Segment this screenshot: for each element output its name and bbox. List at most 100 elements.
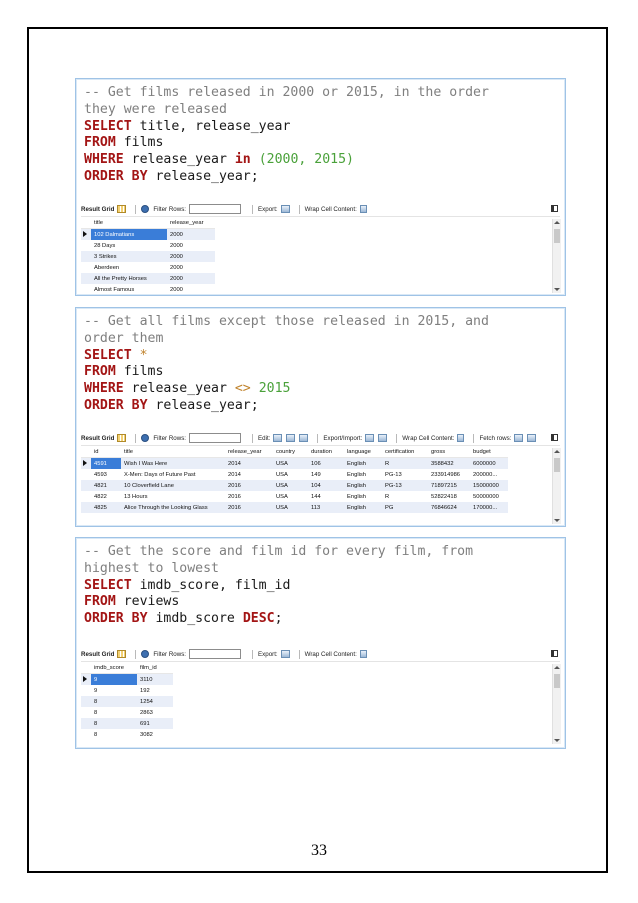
table-cell[interactable]: 2014	[225, 469, 273, 480]
table-cell[interactable]: 3082	[137, 729, 173, 740]
vertical-scrollbar[interactable]	[552, 219, 561, 293]
table-cell[interactable]: 3 Strikes	[91, 251, 167, 262]
table-cell[interactable]: English	[344, 457, 382, 469]
table-cell[interactable]: 8	[91, 718, 137, 729]
table-row[interactable]: 4593 X-Men: Days of Future Past 2014 USA 149…	[81, 469, 508, 480]
table-cell[interactable]: 113	[308, 502, 344, 513]
table-cell[interactable]: 71897215	[428, 480, 470, 491]
table-cell[interactable]: USA	[273, 491, 308, 502]
fetch-all-icon[interactable]	[527, 434, 537, 442]
panel-toggle-icon[interactable]	[551, 434, 558, 441]
table-cell[interactable]: USA	[273, 502, 308, 513]
table-row[interactable]: 9 192	[81, 685, 173, 696]
table-cell[interactable]: 102 Dalmatians	[91, 228, 167, 240]
filter-rows-input[interactable]	[189, 433, 242, 443]
table-row[interactable]: 102 Dalmatians 2000	[81, 228, 215, 240]
table-row[interactable]: 8 1254	[81, 696, 173, 707]
table-cell[interactable]: USA	[273, 480, 308, 491]
table-row[interactable]: 4591 Wish I Was Here 2014 USA 106 English R 358…	[81, 457, 508, 469]
table-row[interactable]: 8 3082	[81, 729, 173, 740]
column-header[interactable]: gross	[428, 446, 470, 458]
fetch-next-icon[interactable]	[514, 434, 524, 442]
table-cell[interactable]: 15000000	[470, 480, 508, 491]
table-cell[interactable]: PG-13	[382, 480, 428, 491]
wrap-cell-icon[interactable]	[359, 205, 367, 213]
table-cell[interactable]: 691	[137, 718, 173, 729]
table-cell[interactable]: 4822	[91, 491, 121, 502]
table-cell[interactable]: 76846624	[428, 502, 470, 513]
result-grid-tab[interactable]: Result Grid	[81, 435, 114, 442]
table-cell[interactable]: 4593	[91, 469, 121, 480]
table-cell[interactable]: Alice Through the Looking Glass	[121, 502, 225, 513]
table-cell[interactable]: 28 Days	[91, 240, 167, 251]
table-cell[interactable]: PG-13	[382, 469, 428, 480]
table-cell[interactable]: Aberdeen	[91, 262, 167, 273]
table-cell[interactable]: 144	[308, 491, 344, 502]
result-grid-tab[interactable]: Result Grid	[81, 651, 114, 658]
table-cell[interactable]: 3588432	[428, 457, 470, 469]
delete-row-icon[interactable]	[299, 434, 309, 442]
column-header[interactable]: release_year	[225, 446, 273, 458]
table-cell[interactable]: 2000	[167, 251, 215, 262]
export-icon[interactable]	[280, 650, 290, 658]
scroll-up-icon[interactable]	[554, 666, 560, 669]
add-row-icon[interactable]	[286, 434, 296, 442]
scroll-up-icon[interactable]	[554, 450, 560, 453]
scroll-thumb[interactable]	[554, 458, 560, 472]
table-cell[interactable]: English	[344, 502, 382, 513]
table-cell[interactable]: 4591	[91, 457, 121, 469]
table-row[interactable]: 28 Days 2000	[81, 240, 215, 251]
table-row[interactable]: Almost Famous 2000	[81, 284, 215, 295]
table-cell[interactable]: 8	[91, 729, 137, 740]
table-cell[interactable]: 2000	[167, 284, 215, 295]
table-cell[interactable]: 192	[137, 685, 173, 696]
column-header[interactable]: certification	[382, 446, 428, 458]
column-header[interactable]: release_year	[167, 217, 215, 229]
filter-rows-input[interactable]	[189, 204, 242, 214]
table-cell[interactable]: USA	[273, 457, 308, 469]
table-cell[interactable]: R	[382, 457, 428, 469]
table-row[interactable]: All the Pretty Horses 2000	[81, 273, 215, 284]
table-cell[interactable]: 2016	[225, 491, 273, 502]
export-icon[interactable]	[365, 434, 375, 442]
panel-toggle-icon[interactable]	[551, 205, 558, 212]
scroll-down-icon[interactable]	[554, 739, 560, 742]
table-cell[interactable]: 3110	[137, 673, 173, 685]
table-cell[interactable]: 200000...	[470, 469, 508, 480]
table-cell[interactable]: English	[344, 491, 382, 502]
table-row[interactable]: 3 Strikes 2000	[81, 251, 215, 262]
table-cell[interactable]: English	[344, 469, 382, 480]
table-cell[interactable]: 13 Hours	[121, 491, 225, 502]
table-cell[interactable]: 9	[91, 673, 137, 685]
table-cell[interactable]: 50000000	[470, 491, 508, 502]
wrap-cell-icon[interactable]	[359, 650, 367, 658]
edit-row-icon[interactable]	[273, 434, 283, 442]
table-cell[interactable]: 8	[91, 696, 137, 707]
export-icon[interactable]	[280, 205, 290, 213]
table-cell[interactable]: 52822418	[428, 491, 470, 502]
column-header[interactable]: duration	[308, 446, 344, 458]
table-cell[interactable]: 2014	[225, 457, 273, 469]
grid-view-icon[interactable]	[117, 650, 127, 658]
panel-toggle-icon[interactable]	[551, 650, 558, 657]
table-cell[interactable]: 149	[308, 469, 344, 480]
table-cell[interactable]: X-Men: Days of Future Past	[121, 469, 225, 480]
table-row[interactable]: 8 2863	[81, 707, 173, 718]
table-row[interactable]: Aberdeen 2000	[81, 262, 215, 273]
column-header[interactable]: country	[273, 446, 308, 458]
table-cell[interactable]: 4825	[91, 502, 121, 513]
table-cell[interactable]: Wish I Was Here	[121, 457, 225, 469]
scroll-thumb[interactable]	[554, 229, 560, 243]
table-cell[interactable]: 8	[91, 707, 137, 718]
table-cell[interactable]: 4821	[91, 480, 121, 491]
column-header[interactable]: language	[344, 446, 382, 458]
column-header[interactable]: title	[121, 446, 225, 458]
column-header[interactable]: imdb_score	[91, 662, 137, 674]
column-header[interactable]: id	[91, 446, 121, 458]
table-cell[interactable]: 9	[91, 685, 137, 696]
table-cell[interactable]: 2000	[167, 228, 215, 240]
vertical-scrollbar[interactable]	[552, 664, 561, 744]
table-cell[interactable]: USA	[273, 469, 308, 480]
table-cell[interactable]: Almost Famous	[91, 284, 167, 295]
scroll-thumb[interactable]	[554, 674, 560, 688]
